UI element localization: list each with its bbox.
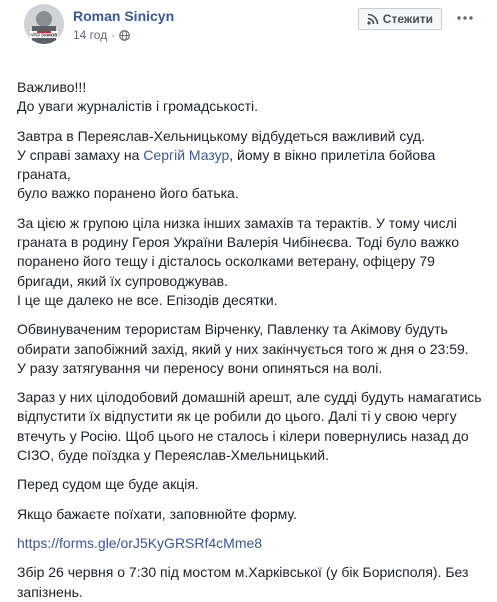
more-horizontal-icon: [457, 16, 473, 20]
paragraph-intro: Важливо!!! До уваги журналістів і громад…: [17, 78, 484, 117]
paragraph-accused: Обвинуваченим терористам Вірченку, Павле…: [17, 320, 484, 378]
post-line: втечуть у Росію. Щоб цього не сталось і …: [17, 427, 469, 444]
avatar[interactable]: ЧТО ЗАМОВ: [24, 4, 64, 44]
post-time[interactable]: 14 год: [73, 28, 107, 42]
paragraph-form: Якщо бажаєте поїхати, заповнюйте форму.: [17, 505, 297, 522]
post-body: Важливо!!! До уваги журналістів і громад…: [13, 62, 484, 602]
post-header: ЧТО ЗАМОВ Roman Sinicyn 14 год · Стежити: [13, 0, 484, 62]
post-line: Обвинуваченим терористам Вірченку, Павле…: [17, 321, 448, 338]
avatar-caption: ЧТО ЗАМОВ: [30, 33, 58, 38]
paragraph-arrest: Зараз у них цілодобовий домашній арешт, …: [17, 388, 484, 465]
post-line: За цією ж групою ціла низка інших замахі…: [17, 214, 457, 231]
form-link[interactable]: https://forms.gle/orJ5KyGRSRf4cMme8: [17, 535, 262, 551]
post-card: ЧТО ЗАМОВ Roman Sinicyn 14 год · Стежити: [0, 0, 497, 600]
post-line: граната в родину Героя України Валерія Ч…: [17, 234, 460, 251]
post-line: запізнень.: [17, 583, 83, 600]
paragraph-attacks: За цією ж групою ціла низка інших замахі…: [17, 214, 484, 310]
meta-separator: ·: [111, 28, 116, 42]
paragraph-meeting: Збір 26 червня о 7:30 під мостом м.Харкі…: [17, 563, 484, 602]
mention-link[interactable]: Сергій Мазур: [143, 147, 229, 163]
post-line: І це ще далеко не все. Епізодів десятки.: [17, 291, 278, 308]
globe-icon[interactable]: [119, 29, 131, 41]
post-line: У справі замаху на: [17, 146, 144, 163]
post-line: Завтра в Переяслав-Хельницькому відбудет…: [17, 127, 425, 144]
rss-icon: [367, 13, 379, 25]
post-line: поранено його тещу і дісталось осколками…: [17, 253, 435, 270]
post-line: бригади, який їх супроводжував.: [17, 272, 228, 289]
post-line: Важливо!!!: [17, 79, 87, 95]
post-line: До уваги журналістів і громадськості.: [17, 98, 259, 115]
post-line: Зараз у них цілодобовий домашній арешт, …: [17, 389, 482, 406]
post-meta: 14 год ·: [73, 28, 131, 42]
avatar-image: ЧТО ЗАМОВ: [24, 4, 64, 44]
more-options-button[interactable]: [452, 7, 478, 29]
post-line: відпустити їх відпустити як це робили до…: [17, 408, 457, 425]
follow-label: Стежити: [382, 12, 433, 26]
post-line: було важко поранено його батька.: [17, 185, 239, 202]
follow-button[interactable]: Стежити: [357, 8, 442, 30]
post-line: Збір 26 червня о 7:30 під мостом м.Харкі…: [17, 564, 469, 581]
paragraph-action: Перед судом ще буде акція.: [17, 476, 199, 493]
post-line: СІЗО, буде поїздка у Переяслав-Хмельниць…: [17, 447, 329, 464]
author-name[interactable]: Roman Sinicyn: [73, 8, 174, 24]
post-line: У разу затягування чи переносу вони опин…: [17, 359, 383, 376]
paragraph-link: https://forms.gle/orJ5KyGRSRf4cMme8: [17, 534, 484, 553]
post-line: обирати запобіжний захід, який у них зак…: [17, 340, 469, 357]
paragraph-court: Завтра в Переяслав-Хельницькому відбудет…: [17, 127, 484, 204]
